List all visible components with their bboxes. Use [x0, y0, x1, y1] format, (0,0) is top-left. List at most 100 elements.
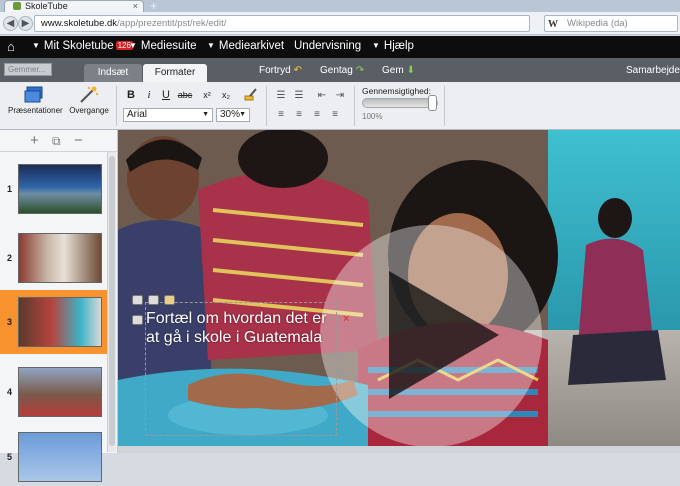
scrollbar-thumb[interactable]	[109, 156, 115, 446]
redo-label: Gentag	[320, 65, 353, 76]
format-ribbon: Præsentationer Overgange B i U abc x² x₂…	[0, 82, 680, 130]
numbered-list-icon[interactable]: ☰	[274, 90, 288, 102]
slide-panel-scrollbar[interactable]	[107, 152, 116, 452]
slide-thumbnail-5[interactable]: 5	[0, 430, 108, 486]
transparency-value: 100%	[362, 112, 383, 121]
nav-item-mediesuite[interactable]: ▼ Mediesuite	[129, 40, 197, 52]
duplicate-slide-icon[interactable]: ⧉	[52, 134, 61, 149]
slide-thumbnail-4[interactable]: 4	[0, 365, 108, 421]
chevron-down-icon: ▼	[129, 41, 137, 50]
wikipedia-icon: W	[548, 19, 558, 30]
add-slide-icon[interactable]: +	[30, 132, 39, 149]
bold-button[interactable]: B	[123, 88, 139, 103]
chevron-down-icon: ▼	[32, 41, 40, 50]
font-family-select[interactable]: Arial ▼	[123, 108, 213, 122]
browser-search-field[interactable]: W Wikipedia (da)	[544, 15, 678, 32]
ribbon-divider	[266, 86, 267, 126]
superscript-button[interactable]: x²	[199, 88, 215, 103]
transitions-button[interactable]: Overgange	[68, 86, 110, 115]
font-size-select[interactable]: 30% ▼	[216, 108, 250, 122]
indent-icon[interactable]: ⇥	[333, 90, 347, 102]
remove-slide-icon[interactable]: −	[74, 132, 83, 149]
slide-panel: + ⧉ − 1 2 3 4 5	[0, 130, 118, 482]
save-icon: ⬇	[406, 65, 416, 76]
align-justify-icon[interactable]: ≡	[328, 109, 342, 121]
close-tab-icon[interactable]: ×	[133, 1, 138, 12]
tab-indsaet[interactable]: Indsæt	[84, 64, 142, 82]
presentations-icon	[24, 86, 43, 103]
font-family-value: Arial	[127, 109, 148, 120]
transitions-label: Overgange	[69, 106, 109, 115]
home-icon[interactable]: ⌂	[7, 39, 15, 54]
undo-button[interactable]: Fortryd ↶	[259, 65, 302, 76]
paint-brush-icon	[244, 88, 257, 101]
subscript-button[interactable]: x₂	[218, 88, 234, 103]
resize-handle-icon[interactable]	[132, 315, 143, 325]
slide-thumbnail-3[interactable]: 3	[0, 290, 108, 354]
ribbon-divider	[354, 86, 355, 126]
nav-item-mediearkivet[interactable]: ▼ Mediearkivet	[207, 40, 284, 52]
collaborate-label: Samarbejde	[626, 65, 680, 76]
slide-canvas[interactable]: Fortæl om hvordan det er at gå i skole i…	[118, 130, 680, 453]
nav-label: Hjælp	[383, 40, 414, 52]
strikethrough-button[interactable]: abc	[175, 88, 195, 103]
nav-label: Mediearkivet	[218, 40, 285, 52]
ribbon-divider	[444, 86, 445, 126]
editor-toolbar: Gemmer... Indsæt Formater Fortryd ↶ Genta…	[0, 58, 680, 82]
align-left-icon[interactable]: ≡	[274, 109, 288, 121]
outdent-icon[interactable]: ⇤	[315, 90, 329, 102]
redo-button[interactable]: Gentag ↷	[320, 65, 364, 76]
address-domain: www.skoletube.dk	[41, 18, 118, 29]
tab-formater[interactable]: Formater	[143, 64, 207, 82]
align-center-icon[interactable]: ≡	[292, 109, 306, 121]
magic-wand-icon	[80, 86, 99, 103]
slide-thumbnail-image	[18, 367, 102, 417]
underline-button[interactable]: U	[158, 88, 174, 103]
chevron-down-icon: ▼	[202, 111, 209, 118]
copy-handle-icon[interactable]	[148, 295, 159, 305]
transparency-slider[interactable]	[362, 95, 438, 111]
slide-thumbnail-1[interactable]: 1	[0, 162, 108, 218]
slide-number: 4	[7, 387, 13, 397]
transparency-slider-handle[interactable]	[428, 95, 437, 111]
nav-item-undervisning[interactable]: Undervisning	[294, 40, 361, 52]
slide-thumbnail-2[interactable]: 2	[0, 231, 108, 287]
play-icon	[389, 271, 499, 399]
skoletube-favicon-icon	[13, 2, 21, 10]
nav-item-hjaelp[interactable]: ▼ Hjælp	[372, 40, 414, 52]
back-icon[interactable]: ◀	[3, 16, 18, 31]
collaborate-button[interactable]: Samarbejde	[626, 65, 680, 76]
save-button[interactable]: Gem ⬇	[382, 65, 415, 76]
nav-item-mit-skoletube[interactable]: ▼ Mit Skoletube 126	[32, 40, 133, 52]
save-label: Gem	[382, 65, 404, 76]
slide-thumbnail-image	[18, 297, 102, 347]
align-right-icon[interactable]: ≡	[310, 109, 324, 121]
play-overlay[interactable]	[320, 225, 542, 447]
address-bar[interactable]: www.skoletube.dk/app/prezentit/pst/rek/e…	[34, 15, 561, 32]
bullet-list-icon[interactable]: ☰	[292, 90, 306, 102]
font-size-value: 30%	[220, 109, 241, 120]
text-color-button[interactable]	[243, 88, 259, 103]
address-path: /app/prezentit/pst/rek/edit/	[117, 18, 227, 29]
status-field: Gemmer...	[4, 63, 52, 76]
rotate-handle-icon[interactable]	[132, 295, 143, 305]
undo-label: Fortryd	[259, 65, 291, 76]
italic-button[interactable]: i	[141, 88, 157, 103]
chevron-down-icon: ▼	[207, 41, 215, 50]
slide-thumbnail-image	[18, 164, 102, 214]
nav-label: Mediesuite	[140, 40, 197, 52]
browser-tab-strip: SkoleTube × +	[0, 0, 680, 13]
browser-tab[interactable]: SkoleTube ×	[4, 0, 144, 12]
nav-label: Undervisning	[294, 40, 362, 52]
site-navigation: ⌂ ▼ Mit Skoletube 126 ▼ Mediesuite ▼ Mediear…	[0, 36, 680, 58]
browser-tab-title: SkoleTube	[25, 1, 68, 11]
nav-label: Mit Skoletube	[43, 40, 114, 52]
undo-icon: ↶	[293, 65, 303, 76]
slide-text[interactable]: Fortæl om hvordan det er at gå i skole i…	[146, 310, 331, 347]
move-handle-icon[interactable]	[164, 295, 175, 305]
forward-icon[interactable]: ▶	[18, 16, 33, 31]
ribbon-divider	[116, 86, 117, 126]
close-icon[interactable]: ×	[343, 313, 349, 325]
canvas-scrollbar[interactable]	[118, 446, 680, 453]
presentations-button[interactable]: Præsentationer	[8, 86, 63, 115]
